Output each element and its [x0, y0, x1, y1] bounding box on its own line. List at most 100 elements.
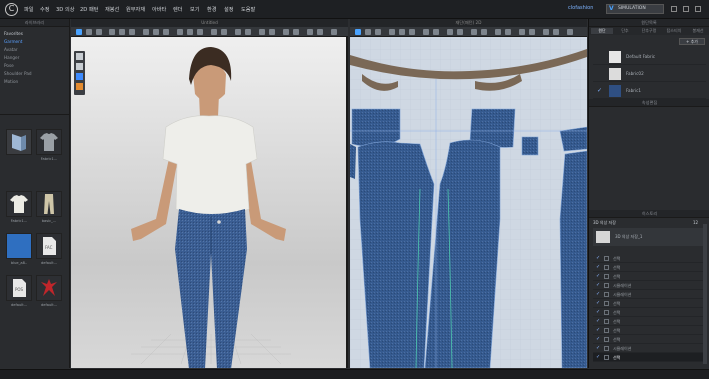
- folder-thumb[interactable]: [6, 129, 32, 155]
- fit-map-icon[interactable]: [269, 29, 275, 35]
- edit-texture-icon[interactable]: [471, 29, 477, 35]
- history-row[interactable]: ✓ 선택: [593, 263, 706, 272]
- 2d-pattern-viewport[interactable]: [350, 19, 587, 368]
- menu-avatar[interactable]: 아바타: [152, 6, 166, 13]
- history-row-selected[interactable]: ✓ 선택: [593, 353, 706, 362]
- fabric-row[interactable]: Fabric02: [593, 66, 706, 82]
- ruler-icon[interactable]: [307, 29, 313, 35]
- menu-materials[interactable]: 원부자재: [126, 6, 145, 13]
- tab-fabric[interactable]: 원단: [591, 28, 613, 34]
- history-scrollbar[interactable]: [703, 224, 707, 364]
- default-pos-thumb[interactable]: POS: [6, 275, 32, 301]
- fabric-row[interactable]: ✓ Fabric1: [593, 83, 706, 99]
- piping-tool-icon[interactable]: [221, 29, 227, 35]
- menu-sewing[interactable]: 재봉선: [105, 6, 119, 13]
- graphic-tool-icon[interactable]: [163, 29, 169, 35]
- light-icon[interactable]: [76, 83, 83, 90]
- button-tool-icon[interactable]: [177, 29, 183, 35]
- tab-seam[interactable]: 봉재선: [687, 28, 709, 34]
- history-row[interactable]: ✓ 선택: [593, 335, 706, 344]
- zoom-icon[interactable]: [567, 29, 573, 35]
- tab-buttonhole[interactable]: 단추구멍: [637, 28, 661, 34]
- trace-icon[interactable]: [505, 29, 511, 35]
- arrangement-icon[interactable]: [245, 29, 251, 35]
- snapshot-icon[interactable]: [331, 29, 337, 35]
- minimize-icon[interactable]: [671, 6, 677, 12]
- pin-tool-icon[interactable]: [96, 29, 102, 35]
- grading-icon[interactable]: [519, 29, 525, 35]
- strain-map-icon[interactable]: [259, 29, 265, 35]
- menu-edit[interactable]: 수정: [40, 6, 50, 13]
- add-fabric-button[interactable]: + 추가: [679, 38, 705, 45]
- fabric-tool-icon[interactable]: [143, 29, 149, 35]
- rectangle-icon[interactable]: [399, 29, 405, 35]
- menu-settings[interactable]: 설정: [224, 6, 234, 13]
- library-item-garment[interactable]: Garment: [4, 39, 22, 44]
- user-name[interactable]: clofashion: [568, 5, 593, 11]
- buttonhole-tool-icon[interactable]: [187, 29, 193, 35]
- menu-3d-garment[interactable]: 3D 의상: [56, 6, 75, 13]
- avatar-measure-icon[interactable]: [235, 29, 241, 35]
- menu-render[interactable]: 렌더: [173, 6, 183, 13]
- camera-icon[interactable]: [283, 29, 289, 35]
- menu-2d-pattern[interactable]: 2D 패턴: [80, 6, 99, 13]
- tab-topstitch[interactable]: 탑스티치: [662, 28, 686, 34]
- default-motion-thumb[interactable]: [36, 275, 62, 301]
- fabric-thumb-2[interactable]: [6, 191, 32, 217]
- tab-button[interactable]: 단추: [614, 28, 636, 34]
- mode-selector[interactable]: V SIMULATION: [606, 4, 664, 14]
- dart-icon[interactable]: [433, 29, 439, 35]
- move-tool-icon[interactable]: [86, 29, 92, 35]
- menu-view[interactable]: 보기: [190, 6, 200, 13]
- seam-segment-icon[interactable]: [447, 29, 453, 35]
- ruler-2d-icon[interactable]: [543, 29, 549, 35]
- notch-icon[interactable]: [529, 29, 535, 35]
- close-icon[interactable]: [695, 6, 701, 12]
- graphic-2d-icon[interactable]: [481, 29, 487, 35]
- display-mode-icon[interactable]: [76, 73, 83, 80]
- fold-tool-icon[interactable]: [109, 29, 115, 35]
- blue-fabric-thumb[interactable]: [6, 233, 32, 259]
- default-fab-thumb[interactable]: FAC: [36, 233, 62, 259]
- history-row[interactable]: ✓ 선택: [593, 326, 706, 335]
- texture-tool-icon[interactable]: [153, 29, 159, 35]
- history-row[interactable]: ✓ 선택: [593, 254, 706, 263]
- fabric-row[interactable]: Default Fabric: [593, 49, 706, 65]
- menu-environment[interactable]: 환경: [207, 6, 217, 13]
- history-row[interactable]: ✓ 선택: [593, 317, 706, 326]
- menu-file[interactable]: 파일: [24, 6, 34, 13]
- circle-icon[interactable]: [409, 29, 415, 35]
- history-row[interactable]: ✓ 시뮬레이션: [593, 344, 706, 353]
- edit-pattern-icon[interactable]: [365, 29, 371, 35]
- pants-thumb[interactable]: [36, 191, 62, 217]
- grid-icon[interactable]: [317, 29, 323, 35]
- polygon-icon[interactable]: [389, 29, 395, 35]
- measure-tool-icon[interactable]: [129, 29, 135, 35]
- record-icon[interactable]: [293, 29, 299, 35]
- history-row[interactable]: ✓ 선택: [593, 308, 706, 317]
- history-row[interactable]: ✓ 선택: [593, 299, 706, 308]
- topstitch-tool-icon[interactable]: [211, 29, 217, 35]
- avatar-view-icon[interactable]: [76, 53, 83, 60]
- history-row[interactable]: ✓ 시뮬레이션: [593, 281, 706, 290]
- history-top-item[interactable]: 3D 의상 저장_1: [593, 228, 706, 246]
- zipper-tool-icon[interactable]: [197, 29, 203, 35]
- menu-help[interactable]: 도움말: [241, 6, 255, 13]
- library-item-avatar[interactable]: Avatar: [4, 47, 18, 52]
- tack-tool-icon[interactable]: [119, 29, 125, 35]
- history-row[interactable]: ✓ 선택: [593, 272, 706, 281]
- seam-free-icon[interactable]: [457, 29, 463, 35]
- camera-view-icon[interactable]: [76, 63, 83, 70]
- annotation-icon[interactable]: [553, 29, 559, 35]
- maximize-icon[interactable]: [683, 6, 689, 12]
- library-item-pose[interactable]: Pose: [4, 63, 14, 68]
- 3d-viewport[interactable]: [71, 19, 348, 368]
- library-item-hanger[interactable]: Hanger: [4, 55, 19, 60]
- fabric-thumb-1[interactable]: [36, 129, 62, 155]
- select-tool-icon[interactable]: [76, 29, 82, 35]
- pleat-icon[interactable]: [495, 29, 501, 35]
- internal-line-icon[interactable]: [423, 29, 429, 35]
- history-row[interactable]: ✓ 시뮬레이션: [593, 290, 706, 299]
- transform-pattern-icon[interactable]: [355, 29, 361, 35]
- library-item-shoulder-pad[interactable]: Shoulder Pad: [4, 71, 32, 76]
